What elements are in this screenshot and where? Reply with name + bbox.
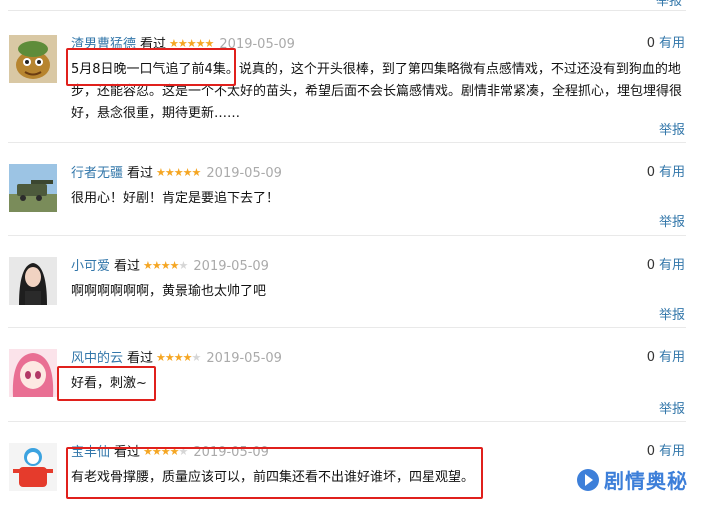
avatar[interactable] — [9, 349, 57, 397]
star-filled-icon: ★ — [156, 166, 166, 179]
star-filled-icon: ★ — [191, 166, 202, 179]
report-link[interactable]: 举报 — [659, 398, 685, 417]
rating-stars: ★★★★★ — [143, 257, 189, 275]
star-filled-icon: ★ — [164, 351, 175, 364]
star-filled-icon: ★ — [143, 259, 153, 272]
comment-text: 啊啊啊啊啊啊，黄景瑜也太帅了吧 — [71, 284, 267, 299]
comment-meta: 行者无疆 看过 ★★★★★ 2019-05-09 — [71, 164, 282, 182]
watermark-text: 剧情奥秘 — [604, 469, 688, 493]
star-filled-icon: ★ — [156, 351, 166, 364]
useful-button[interactable]: 有用 — [659, 36, 685, 51]
divider — [8, 142, 686, 143]
report-link[interactable]: 举报 — [656, 0, 682, 9]
useful-button[interactable]: 有用 — [659, 444, 685, 459]
useful-button[interactable]: 有用 — [659, 258, 685, 273]
author-link[interactable]: 行者无疆 — [71, 166, 123, 181]
divider — [8, 421, 686, 422]
top-divider — [8, 10, 686, 11]
report-link[interactable]: 举报 — [659, 211, 685, 230]
star-filled-icon: ★ — [160, 259, 171, 272]
divider — [8, 327, 686, 328]
useful-count: 0 — [646, 444, 655, 459]
star-filled-icon: ★ — [173, 166, 184, 179]
comment-text: 好看，刺激~ — [71, 376, 147, 391]
comment-meta: 风中的云 看过 ★★★★★ 2019-05-09 — [71, 349, 282, 367]
star-filled-icon: ★ — [173, 351, 184, 364]
highlight-box — [66, 447, 483, 499]
star-filled-icon: ★ — [164, 166, 175, 179]
comment-date: 2019-05-09 — [193, 259, 269, 274]
star-filled-icon: ★ — [169, 259, 180, 272]
author-link[interactable]: 风中的云 — [71, 351, 123, 366]
useful-vote: 0 有用 — [647, 257, 685, 275]
useful-vote: 0 有用 — [647, 164, 685, 182]
useful-vote: 0 有用 — [647, 35, 685, 53]
avatar[interactable] — [9, 35, 57, 83]
rating-stars: ★★★★★ — [156, 164, 202, 182]
rating-stars: ★★★★★ — [156, 349, 202, 367]
avatar[interactable] — [9, 164, 57, 212]
useful-vote: 0 有用 — [647, 349, 685, 367]
comment-date: 2019-05-09 — [206, 166, 282, 181]
star-filled-icon: ★ — [182, 351, 193, 364]
watched-label: 看过 — [127, 166, 154, 181]
star-filled-icon: ★ — [151, 259, 162, 272]
report-link[interactable]: 举报 — [659, 119, 685, 138]
comment-date: 2019-05-09 — [206, 351, 282, 366]
watermark: 剧情奥秘 — [576, 465, 688, 494]
star-filled-icon: ★ — [182, 166, 193, 179]
avatar[interactable] — [9, 443, 57, 491]
comment-text: 很用心！好剧！肯定是要追下去了！ — [71, 191, 280, 206]
useful-count: 0 — [646, 258, 655, 273]
useful-count: 0 — [646, 165, 655, 180]
avatar[interactable] — [9, 257, 57, 305]
star-empty-icon: ★ — [191, 351, 202, 364]
watermark-logo-icon — [577, 468, 599, 491]
useful-vote: 0 有用 — [647, 443, 685, 461]
report-link[interactable]: 举报 — [659, 304, 685, 323]
comment-meta: 小可爱 看过 ★★★★★ 2019-05-09 — [71, 257, 269, 275]
star-empty-icon: ★ — [178, 259, 189, 272]
useful-button[interactable]: 有用 — [659, 350, 685, 365]
watched-label: 看过 — [114, 259, 141, 274]
divider — [8, 235, 686, 236]
author-link[interactable]: 小可爱 — [71, 259, 110, 274]
highlight-box — [66, 48, 236, 86]
watched-label: 看过 — [127, 351, 154, 366]
useful-button[interactable]: 有用 — [659, 165, 685, 180]
useful-count: 0 — [646, 350, 655, 365]
useful-count: 0 — [646, 36, 655, 51]
highlight-box — [57, 366, 156, 401]
